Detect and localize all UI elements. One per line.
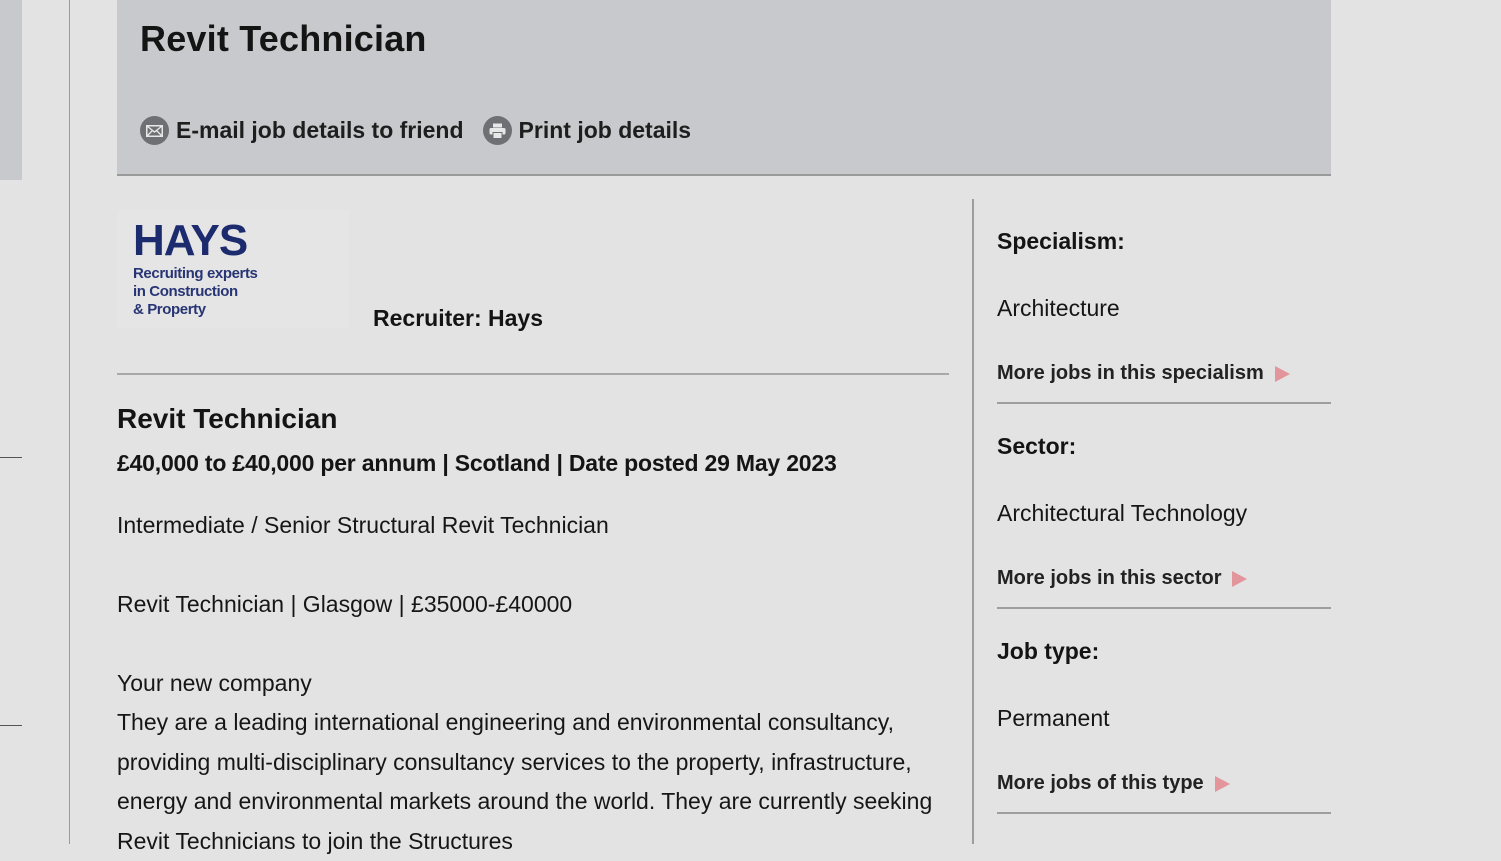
arrow-right-icon — [1274, 365, 1290, 382]
sidebar-rule — [997, 402, 1331, 404]
logo-tagline-line: Recruiting experts — [133, 265, 258, 282]
job-meta: £40,000 to £40,000 per annum | Scotland … — [117, 450, 837, 476]
job-header: Revit Technician E-mail job details to f… — [117, 0, 1331, 176]
logo-brand: HAYS — [133, 216, 248, 265]
arrow-right-icon — [1214, 775, 1230, 792]
link-label: More jobs in this specialism — [997, 362, 1264, 384]
link-label: More jobs of this type — [997, 772, 1204, 794]
left-divider — [0, 725, 22, 726]
printer-icon — [482, 116, 512, 145]
sidebar-value: Architecture — [997, 295, 1120, 321]
recruiter-name: Recruiter: Hays — [373, 305, 544, 331]
sidebar-section-sector: Sector: Architectural Technology More jo… — [997, 433, 1331, 609]
sidebar-value: Architectural Technology — [997, 500, 1248, 526]
page-title: Revit Technician — [140, 18, 427, 59]
more-jobs-sector-link[interactable]: More jobs in this sector — [997, 567, 1248, 590]
sidebar-rule — [997, 812, 1331, 814]
logo-tagline: Recruiting experts in Construction & Pro… — [133, 265, 258, 319]
envelope-icon — [140, 116, 169, 145]
print-job-label: Print job details — [518, 117, 692, 143]
sidebar-section-job-type: Job type: Permanent More jobs of this ty… — [997, 638, 1331, 814]
arrow-right-icon — [1232, 570, 1248, 587]
sidebar-heading: Specialism: — [997, 228, 1125, 254]
sidebar-section-specialism: Specialism: Architecture More jobs in th… — [997, 228, 1331, 404]
more-jobs-specialism-link[interactable]: More jobs in this specialism — [997, 362, 1290, 385]
sidebar-heading: Job type: — [997, 638, 1100, 664]
job-actions: E-mail job details to friend Print job d… — [140, 116, 710, 145]
sidebar-rule — [997, 607, 1331, 609]
left-divider — [0, 457, 22, 458]
logo-tagline-line: in Construction — [133, 283, 238, 300]
sidebar-divider — [972, 199, 974, 844]
job-subtitle: Intermediate / Senior Structural Revit T… — [117, 512, 609, 538]
page-border-line — [69, 0, 70, 844]
logo-tagline-line: & Property — [133, 301, 206, 318]
section-heading: Your new company — [117, 670, 312, 696]
recruiter-logo[interactable]: HAYS Recruiting experts in Construction … — [117, 210, 349, 328]
job-description: They are a leading international enginee… — [117, 709, 933, 854]
link-label: More jobs in this sector — [997, 567, 1222, 589]
more-jobs-type-link[interactable]: More jobs of this type — [997, 772, 1230, 795]
sidebar-value: Permanent — [997, 705, 1110, 731]
content-divider — [117, 373, 949, 375]
job-title: Revit Technician — [117, 403, 338, 434]
sidebar-heading: Sector: — [997, 433, 1077, 459]
email-job-button[interactable]: E-mail job details to friend — [140, 116, 464, 145]
job-summary: Revit Technician | Glasgow | £35000-£400… — [117, 591, 573, 617]
left-panel-block — [0, 0, 22, 180]
print-job-button[interactable]: Print job details — [482, 116, 692, 145]
email-job-label: E-mail job details to friend — [176, 117, 464, 143]
